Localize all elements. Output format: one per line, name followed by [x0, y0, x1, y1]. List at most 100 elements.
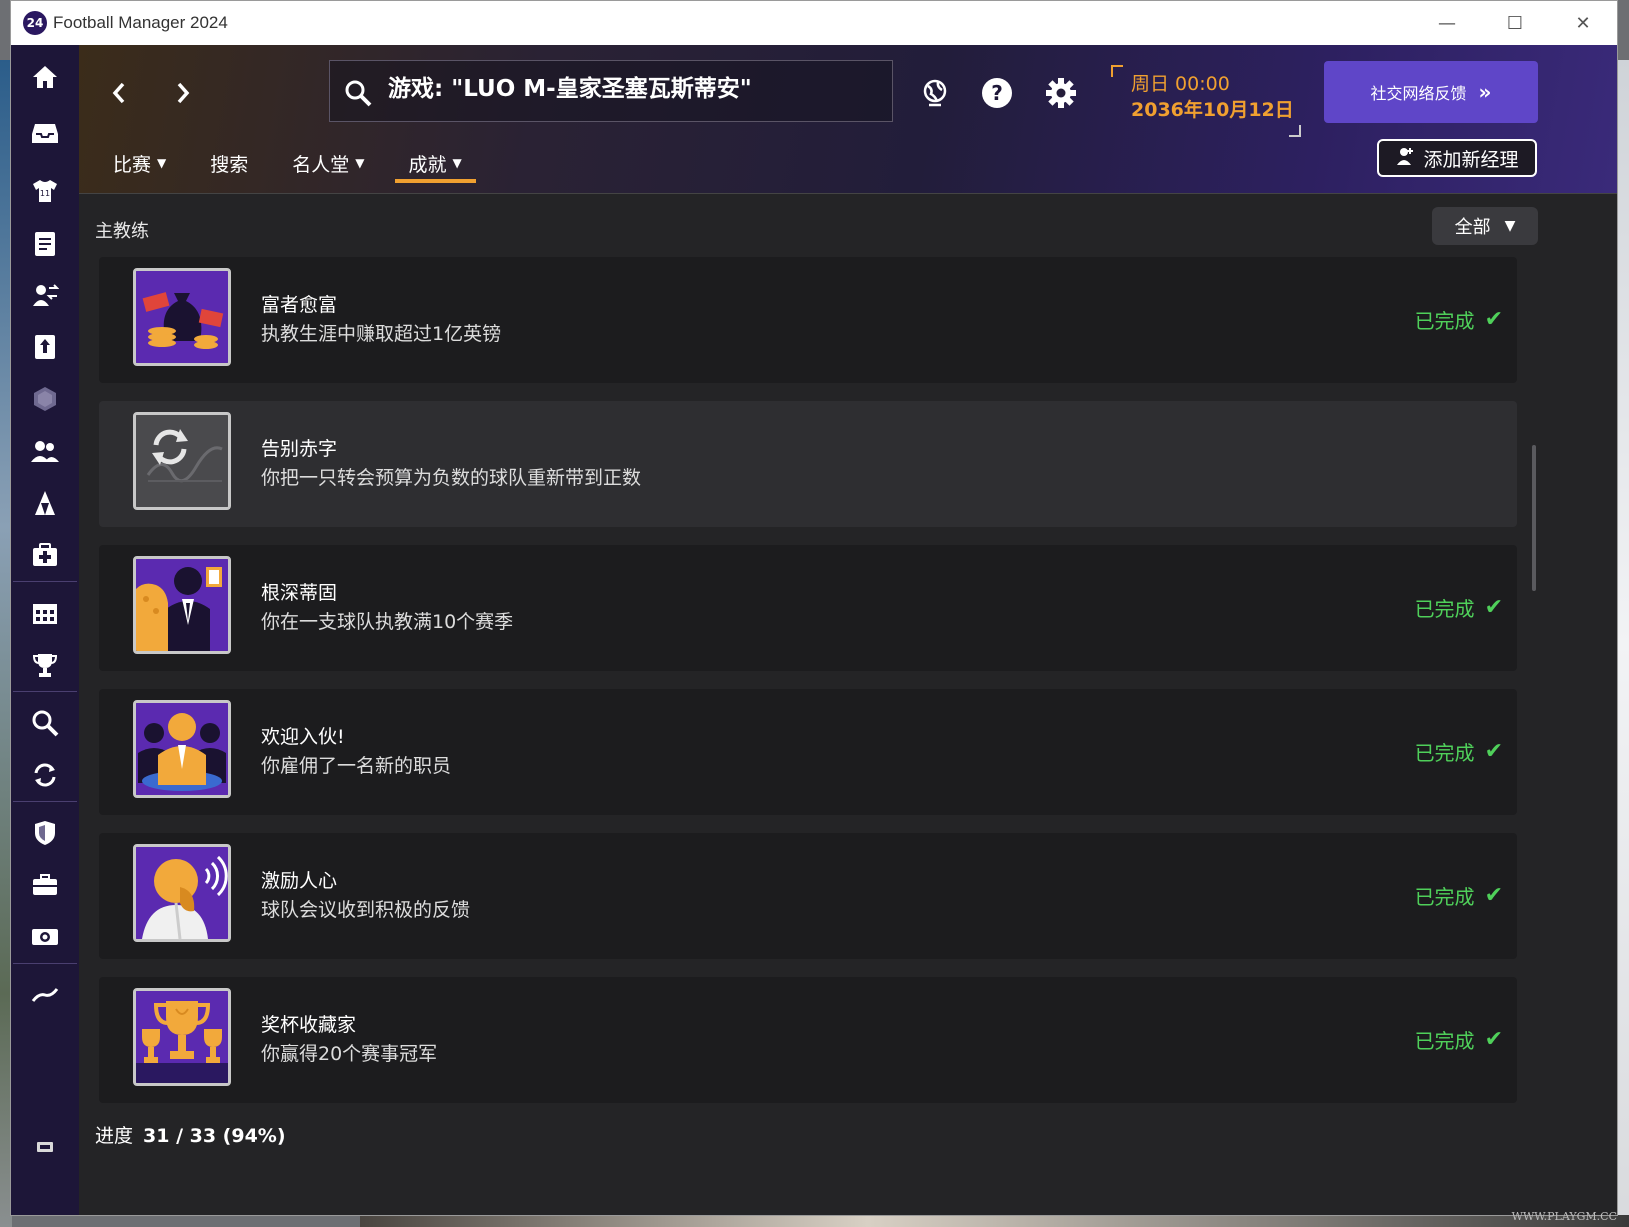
social-feedback-button[interactable]: 社交网络反馈 »	[1324, 61, 1538, 123]
ticket-icon[interactable]	[11, 1125, 79, 1169]
search-icon	[344, 79, 372, 111]
status-label: 已完成	[1414, 309, 1475, 333]
staff-group-icon[interactable]	[11, 429, 79, 473]
search-box[interactable]: 游戏: "LUO M-皇家圣塞瓦斯蒂安"	[329, 60, 893, 122]
dynamics-trend-icon[interactable]	[11, 973, 79, 1017]
achievement-desc: 你在一支球队执教满10个赛季	[261, 611, 514, 633]
staff-group-icon	[133, 700, 231, 798]
status-label: 已完成	[1414, 741, 1475, 765]
achievement-row[interactable]: 根深蒂固 你在一支球队执教满10个赛季 已完成 ✔	[99, 545, 1517, 671]
settings-gear-icon[interactable]	[1041, 73, 1081, 113]
sidebar-divider	[13, 801, 77, 802]
chevron-down-icon: ▼	[1504, 218, 1516, 234]
club-badge-icon[interactable]	[11, 377, 79, 421]
forward-arrow-icon[interactable]	[163, 73, 203, 113]
refresh-chart-icon	[133, 412, 231, 510]
back-arrow-icon[interactable]	[99, 73, 139, 113]
double-chevron-right-icon: »	[1478, 80, 1492, 104]
achievement-row[interactable]: 欢迎入伙! 你雇佣了一名新的职员 已完成 ✔	[99, 689, 1517, 815]
header: 游戏: "LUO M-皇家圣塞瓦斯蒂安" ? 周日 00:00 2036年10月…	[79, 45, 1617, 194]
tab-matches[interactable]: 比赛 ▼	[99, 143, 180, 183]
transfers-cycle-icon[interactable]	[11, 753, 79, 797]
shouting-manager-icon	[133, 844, 231, 942]
status-label: 已完成	[1414, 1029, 1475, 1053]
status-label: 已完成	[1414, 597, 1475, 621]
sidebar-divider	[13, 963, 77, 964]
achievement-name: 根深蒂固	[261, 582, 338, 604]
training-upload-icon[interactable]	[11, 325, 79, 369]
tab-label: 比赛	[113, 153, 152, 176]
site-watermark: WWW.PLAYGM.CC	[1511, 1210, 1617, 1223]
trophy-icon[interactable]	[11, 643, 79, 687]
chevron-down-icon: ▼	[157, 156, 167, 170]
checkmark-icon: ✔	[1484, 1027, 1503, 1052]
filter-label: 全部	[1454, 217, 1491, 238]
player-silhouette-icon[interactable]	[11, 481, 79, 525]
game-date[interactable]: 周日 00:00 2036年10月12日	[1111, 65, 1301, 137]
desktop-background-bottom	[360, 1215, 1629, 1227]
tab-bar: 比赛 ▼ 搜索 名人堂 ▼ 成就 ▼	[99, 143, 492, 183]
app-logo: 24	[23, 11, 47, 35]
list-scrollbar[interactable]	[1532, 445, 1536, 591]
add-manager-label: 添加新经理	[1423, 148, 1519, 171]
tab-search[interactable]: 搜索	[196, 143, 262, 183]
section-title: 主教练	[95, 221, 149, 242]
status-label: 已完成	[1414, 885, 1475, 909]
globe-icon[interactable]	[915, 73, 955, 113]
main-panel: 游戏: "LUO M-皇家圣塞瓦斯蒂安" ? 周日 00:00 2036年10月…	[79, 45, 1617, 1215]
achievement-row[interactable]: 告别赤字 你把一只转会预算为负数的球队重新带到正数	[99, 401, 1517, 527]
achievement-row[interactable]: 富者愈富 执教生涯中赚取超过1亿英镑 已完成 ✔	[99, 257, 1517, 383]
calendar-icon[interactable]	[11, 591, 79, 635]
add-manager-icon	[1395, 146, 1415, 171]
tab-hall-of-fame[interactable]: 名人堂 ▼	[278, 143, 378, 183]
achievement-desc: 你把一只转会预算为负数的球队重新带到正数	[261, 467, 642, 489]
finances-money-icon[interactable]	[11, 915, 79, 959]
achievement-name: 奖杯收藏家	[261, 1014, 357, 1036]
achievement-row[interactable]: 奖杯收藏家 你赢得20个赛事冠军 已完成 ✔	[99, 977, 1517, 1103]
maximize-button[interactable]: ☐	[1481, 1, 1549, 45]
inbox-icon[interactable]	[11, 111, 79, 155]
minimize-button[interactable]: —	[1413, 1, 1481, 45]
checkmark-icon: ✔	[1484, 739, 1503, 764]
achievement-desc: 球队会议收到积极的反馈	[261, 899, 471, 921]
sidebar-divider	[13, 581, 77, 582]
scouting-search-icon[interactable]	[11, 701, 79, 745]
close-button[interactable]: ✕	[1549, 1, 1617, 45]
tab-label: 搜索	[210, 153, 249, 176]
sidebar-divider	[13, 691, 77, 692]
manager-chair-icon	[133, 556, 231, 654]
staff-transfer-icon[interactable]	[11, 273, 79, 317]
add-manager-button[interactable]: 添加新经理	[1377, 139, 1537, 177]
achievement-status: 已完成 ✔	[1415, 305, 1503, 334]
achievement-name: 告别赤字	[261, 438, 338, 460]
progress-label: 进度	[95, 1125, 134, 1147]
achievement-desc: 你雇佣了一名新的职员	[261, 755, 452, 777]
achievement-status: 已完成 ✔	[1415, 593, 1503, 622]
sidebar: 11	[11, 45, 80, 1215]
achievement-row[interactable]: 激励人心 球队会议收到积极的反馈 已完成 ✔	[99, 833, 1517, 959]
tab-label: 成就	[408, 153, 447, 176]
achievements-list[interactable]: 富者愈富 执教生涯中赚取超过1亿英镑 已完成 ✔ 告别赤字 你把一只转会预算为负数…	[99, 257, 1519, 1109]
app-window: 24 Football Manager 2024 — ☐ ✕ 11 游戏: "L…	[10, 0, 1618, 1216]
club-shield-icon[interactable]	[11, 811, 79, 855]
window-controls: — ☐ ✕	[1413, 1, 1617, 45]
achievement-name: 富者愈富	[261, 294, 338, 316]
checkmark-icon: ✔	[1484, 307, 1503, 332]
briefcase-icon[interactable]	[11, 863, 79, 907]
achievement-name: 激励人心	[261, 870, 338, 892]
medical-kit-icon[interactable]	[11, 533, 79, 577]
svg-text:?: ?	[991, 81, 1003, 105]
tactics-clipboard-icon[interactable]	[11, 221, 79, 265]
svg-text:11: 11	[40, 189, 50, 198]
help-question-icon[interactable]: ?	[977, 73, 1017, 113]
checkmark-icon: ✔	[1484, 595, 1503, 620]
progress-value: 31 / 33 (94%)	[143, 1125, 286, 1147]
progress-summary: 进度 31 / 33 (94%)	[95, 1121, 286, 1148]
title-bar: 24 Football Manager 2024 — ☐ ✕	[11, 1, 1617, 45]
checkmark-icon: ✔	[1484, 883, 1503, 908]
home-icon[interactable]	[11, 55, 79, 99]
squad-shirt-icon[interactable]: 11	[11, 169, 79, 213]
tab-achievements[interactable]: 成就 ▼	[394, 143, 477, 183]
money-bag-icon	[133, 268, 231, 366]
filter-dropdown[interactable]: 全部 ▼	[1432, 207, 1538, 245]
